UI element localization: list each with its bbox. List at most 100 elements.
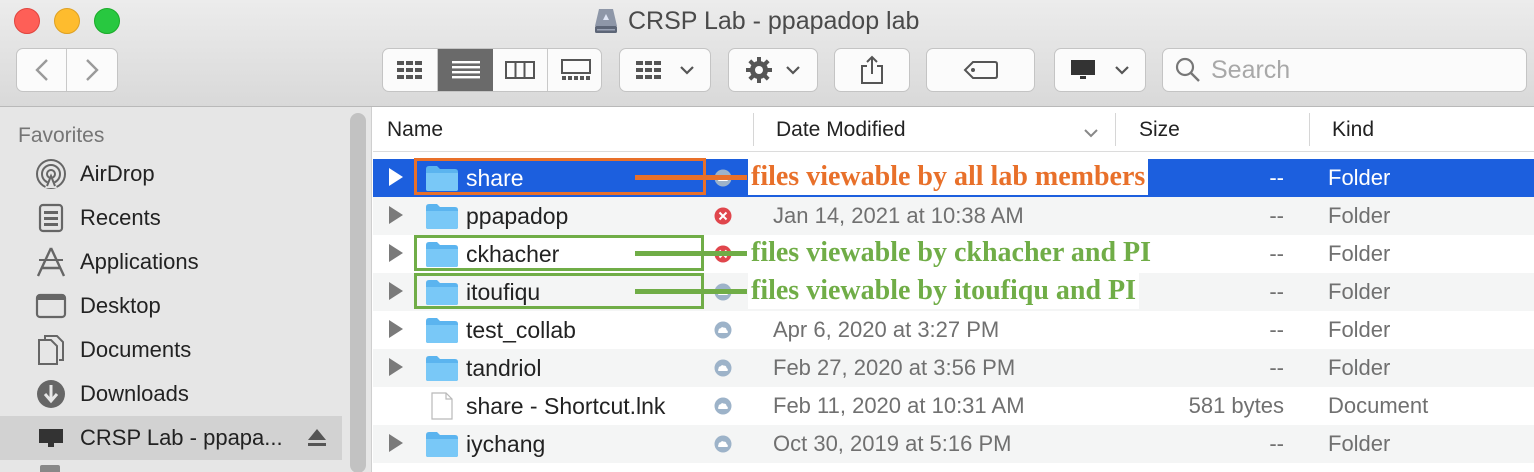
display-button[interactable] [1054, 48, 1146, 92]
action-menu-button[interactable] [728, 48, 818, 92]
sidebar-item-label: AirDrop [80, 161, 155, 186]
group-icon [636, 61, 661, 79]
column-divider[interactable] [1309, 113, 1310, 146]
file-row[interactable]: iychang Oct 30, 2019 at 5:16 PM -- Folder [373, 425, 1534, 463]
network-drive-icon [34, 421, 68, 455]
file-size: -- [1269, 317, 1284, 342]
eject-icon[interactable] [307, 428, 327, 453]
sidebar-section-favorites: Favorites [18, 124, 105, 147]
network-drive-icon [595, 9, 617, 33]
file-date-modified: Feb 11, 2020 at 10:31 AM [773, 393, 1025, 418]
gallery-view-button[interactable] [548, 49, 601, 91]
list-view-icon [451, 61, 480, 79]
no-access-icon [714, 207, 732, 225]
finder-window: CRSP Lab - ppapadop lab Search Favorites… [0, 0, 1534, 472]
file-name[interactable]: tandriol [466, 349, 541, 387]
file-date-modified: Jan 14, 2021 at 10:38 AM [773, 203, 1024, 228]
chevron-down-icon [786, 66, 800, 75]
annotation-label: files viewable by ckhacher and PI [748, 235, 1155, 271]
folder-icon [425, 354, 459, 382]
file-kind: Folder [1328, 203, 1391, 228]
cloud-status-icon [714, 359, 732, 377]
airdrop-icon [34, 157, 68, 191]
file-size: -- [1269, 355, 1284, 380]
close-window-button[interactable] [14, 8, 40, 34]
annotation-connector [635, 175, 747, 180]
sidebar-scrollbar[interactable] [350, 113, 366, 472]
sidebar-item-desktop[interactable]: Desktop [0, 284, 342, 328]
disclosure-triangle-icon[interactable] [389, 206, 403, 224]
downloads-icon [34, 377, 68, 411]
sidebar-item-label: Downloads [80, 381, 189, 406]
share-icon [861, 55, 883, 84]
sidebar-item-label: Documents [80, 337, 192, 362]
annotation-connector [635, 251, 747, 256]
sidebar-item-downloads[interactable]: Downloads [0, 372, 342, 416]
file-name[interactable]: test_collab [466, 311, 576, 349]
annotation-connector [635, 289, 747, 294]
file-kind: Folder [1328, 279, 1391, 304]
chevron-left-icon [34, 59, 48, 81]
file-date-modified: Apr 6, 2020 at 3:27 PM [773, 317, 1000, 342]
column-header-date-modified[interactable]: Date Modified [776, 107, 906, 152]
file-size: -- [1269, 203, 1284, 228]
file-name[interactable]: ppapadop [466, 197, 568, 235]
tag-button[interactable] [926, 48, 1035, 92]
disclosure-triangle-icon[interactable] [389, 434, 403, 452]
column-divider[interactable] [1115, 113, 1116, 146]
file-name[interactable]: share - Shortcut.lnk [466, 387, 665, 425]
cloud-status-icon [714, 321, 732, 339]
disclosure-triangle-icon[interactable] [389, 282, 403, 300]
column-header: Name Date Modified Size Kind [373, 107, 1534, 152]
file-kind: Folder [1328, 165, 1391, 190]
sidebar-item-partial [40, 465, 60, 472]
sidebar-item-airdrop[interactable]: AirDrop [0, 152, 342, 196]
gallery-view-icon [560, 59, 591, 80]
column-divider[interactable] [753, 113, 754, 146]
column-header-name[interactable]: Name [387, 107, 443, 152]
list-view-button[interactable] [438, 49, 493, 91]
sidebar-item-label: Applications [80, 249, 199, 274]
desktop-icon [34, 289, 68, 323]
file-row[interactable]: share - Shortcut.lnk Feb 11, 2020 at 10:3… [373, 387, 1534, 425]
back-button[interactable] [17, 49, 67, 91]
file-kind: Folder [1328, 431, 1391, 456]
search-placeholder: Search [1211, 55, 1291, 84]
gear-icon [746, 57, 772, 83]
file-kind: Folder [1328, 355, 1391, 380]
group-by-button[interactable] [619, 48, 711, 92]
search-field[interactable]: Search [1162, 48, 1527, 92]
folder-icon [425, 202, 459, 230]
file-kind: Document [1328, 393, 1429, 418]
share-button[interactable] [834, 48, 910, 92]
folder-icon [425, 316, 459, 344]
sidebar-item-applications[interactable]: Applications [0, 240, 342, 284]
documents-icon [34, 333, 68, 367]
zoom-window-button[interactable] [94, 8, 120, 34]
chevron-down-icon [680, 66, 694, 75]
annotation-label: files viewable by itoufiqu and PI [748, 273, 1140, 309]
disclosure-triangle-icon[interactable] [389, 358, 403, 376]
sidebar-item-crsp-lab[interactable]: CRSP Lab - ppapa... [0, 416, 342, 460]
file-row[interactable]: ppapadop Jan 14, 2021 at 10:38 AM -- Folder [373, 197, 1534, 235]
disclosure-triangle-icon[interactable] [389, 168, 403, 186]
display-icon [1071, 60, 1095, 79]
disclosure-triangle-icon[interactable] [389, 320, 403, 338]
sidebar: Favorites AirDrop Recents Applications D… [0, 107, 372, 472]
column-header-size[interactable]: Size [1139, 107, 1180, 152]
sidebar-item-recents[interactable]: Recents [0, 196, 342, 240]
file-row[interactable]: test_collab Apr 6, 2020 at 3:27 PM -- Folde… [373, 311, 1534, 349]
icon-view-button[interactable] [383, 49, 438, 91]
sort-chevron-icon[interactable] [1083, 125, 1099, 143]
file-row[interactable]: tandriol Feb 27, 2020 at 3:56 PM -- Folder [373, 349, 1534, 387]
chevron-right-icon [86, 59, 99, 81]
file-name[interactable]: iychang [466, 425, 545, 463]
disclosure-triangle-icon[interactable] [389, 244, 403, 262]
column-header-kind[interactable]: Kind [1332, 107, 1374, 152]
sidebar-item-documents[interactable]: Documents [0, 328, 342, 372]
file-size: -- [1269, 165, 1284, 190]
forward-button[interactable] [67, 49, 117, 91]
sidebar-item-label: Recents [80, 205, 161, 230]
column-view-button[interactable] [493, 49, 548, 91]
minimize-window-button[interactable] [54, 8, 80, 34]
